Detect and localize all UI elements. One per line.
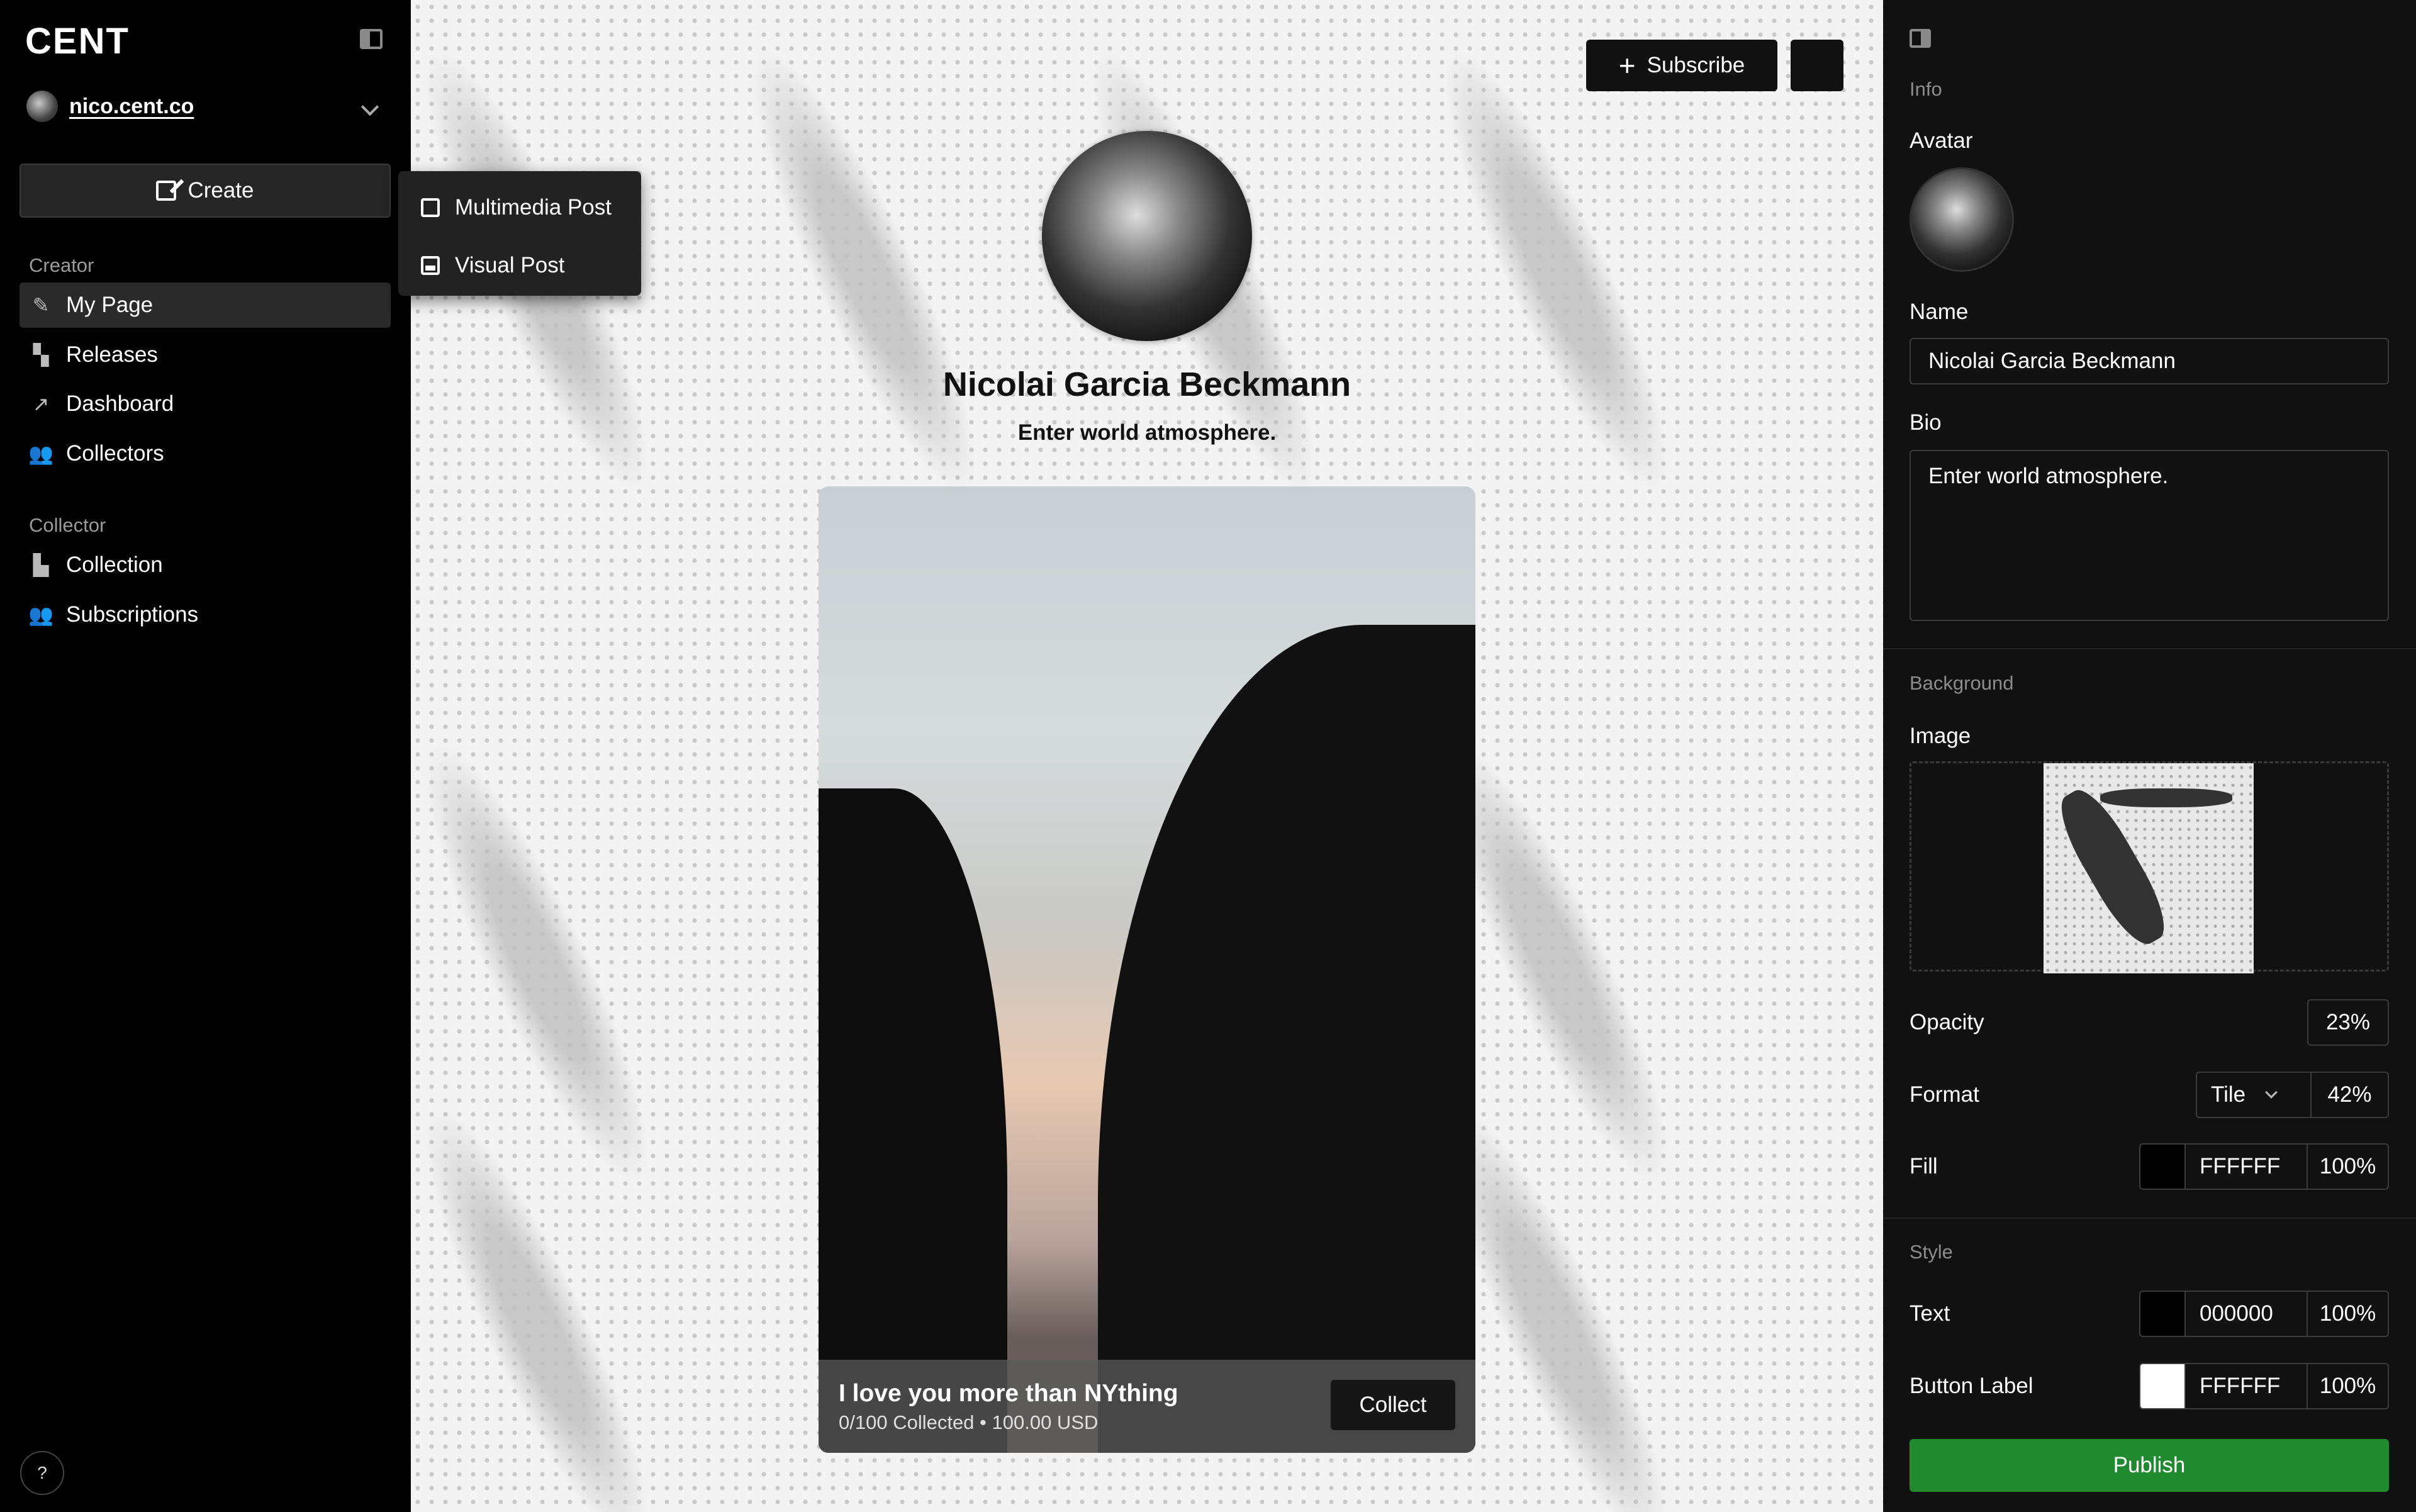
plus-icon: + <box>1618 49 1636 82</box>
info-section-label: Info <box>1910 78 1942 100</box>
edit-icon <box>421 198 440 217</box>
left-sidebar: CENT nico.cent.co Create Creator ✎ My Pa… <box>0 0 411 1512</box>
users-icon: 👥 <box>28 442 53 465</box>
users-icon: 👥 <box>28 603 53 626</box>
fill-label: Fill <box>1910 1154 1938 1179</box>
right-settings-panel: Info Avatar Name Nicolai Garcia Beckmann… <box>1883 0 2416 1512</box>
image-icon <box>421 256 440 275</box>
button-label-color-swatch[interactable] <box>2139 1363 2186 1409</box>
sidebar-item-label: Subscriptions <box>66 602 199 627</box>
account-switcher[interactable]: nico.cent.co <box>26 91 194 122</box>
account-handle[interactable]: nico.cent.co <box>69 94 194 119</box>
avatar-upload[interactable] <box>1910 167 2014 272</box>
collapse-panel-icon[interactable] <box>1910 29 1931 48</box>
format-scale-input[interactable]: 42% <box>2310 1072 2389 1118</box>
collect-button[interactable]: Collect <box>1331 1380 1455 1430</box>
style-section-label: Style <box>1910 1241 1953 1263</box>
avatar-label: Avatar <box>1910 128 1973 153</box>
format-select[interactable]: Tile <box>2196 1072 2312 1118</box>
name-input[interactable]: Nicolai Garcia Beckmann <box>1910 338 2389 384</box>
create-button-label: Create <box>187 178 254 203</box>
sidebar-item-collection[interactable]: ▙ Collection <box>20 542 391 588</box>
subscribe-button-label: Subscribe <box>1647 53 1745 77</box>
create-menu: Multimedia Post Visual Post <box>398 171 641 296</box>
post-footer: I love you more than NYthing 0/100 Colle… <box>819 1360 1475 1453</box>
divider <box>1883 1218 2416 1219</box>
format-select-value: Tile <box>2211 1082 2246 1107</box>
sidebar-item-my-page[interactable]: ✎ My Page <box>20 283 391 328</box>
text-hex-input[interactable]: 000000 <box>2184 1291 2308 1337</box>
chevron-down-icon <box>2265 1086 2278 1099</box>
profile-avatar <box>1042 131 1252 341</box>
profile-bio: Enter world atmosphere. <box>1017 420 1277 445</box>
text-color-label: Text <box>1910 1301 1950 1326</box>
menu-item-label: Multimedia Post <box>455 195 612 220</box>
button-label-color-label: Button Label <box>1910 1374 2033 1398</box>
fill-hex-input[interactable]: FFFFFF <box>2184 1143 2308 1190</box>
opacity-label: Opacity <box>1910 1010 1984 1034</box>
publish-button[interactable]: Publish <box>1910 1439 2389 1492</box>
post-title: I love you more than NYthing <box>839 1380 1178 1407</box>
format-label: Format <box>1910 1082 1979 1107</box>
menu-item-visual-post[interactable]: Visual Post <box>398 237 641 294</box>
fill-opacity-input[interactable]: 100% <box>2307 1143 2389 1190</box>
subscribe-button[interactable]: + Subscribe <box>1586 40 1777 91</box>
background-image-thumbnail <box>2044 763 2254 973</box>
name-label: Name <box>1910 300 1969 324</box>
cent-logo[interactable]: CENT <box>25 20 130 62</box>
profile-name: Nicolai Garcia Beckmann <box>942 366 1351 403</box>
trend-icon: ↗ <box>32 393 50 415</box>
help-button[interactable]: ? <box>20 1451 64 1495</box>
sidebar-item-collectors[interactable]: 👥 Collectors <box>20 431 391 476</box>
collector-section-label: Collector <box>29 514 106 536</box>
button-label-opacity-input[interactable]: 100% <box>2307 1363 2389 1409</box>
create-button[interactable]: Create <box>20 164 391 218</box>
sidebar-item-label: Collection <box>66 552 163 577</box>
background-image-dropzone[interactable] <box>1910 761 2389 973</box>
creator-section-label: Creator <box>29 254 94 276</box>
releases-icon: ▚ <box>33 344 49 366</box>
bio-label: Bio <box>1910 410 1942 435</box>
fill-color-swatch[interactable] <box>2139 1143 2186 1190</box>
post-image-tree-right <box>1098 625 1475 1453</box>
sidebar-item-dashboard[interactable]: ↗ Dashboard <box>20 381 391 427</box>
post-image-tree-left <box>819 788 1007 1453</box>
post-meta: 0/100 Collected • 100.00 USD <box>839 1411 1099 1433</box>
text-color-swatch[interactable] <box>2139 1291 2186 1337</box>
opacity-input[interactable]: 23% <box>2307 999 2389 1046</box>
post-card[interactable]: I love you more than NYthing 0/100 Colle… <box>819 486 1475 1453</box>
thumbnail-figure <box>2100 788 2232 807</box>
collection-icon-button[interactable] <box>1791 40 1843 91</box>
bio-textarea[interactable]: Enter world atmosphere. <box>1910 450 2389 621</box>
edit-icon <box>156 181 177 201</box>
menu-item-multimedia-post[interactable]: Multimedia Post <box>398 179 641 237</box>
text-opacity-input[interactable]: 100% <box>2307 1291 2389 1337</box>
chevron-down-icon[interactable] <box>361 98 379 116</box>
brush-icon: ✎ <box>32 294 50 316</box>
collection-icon: ▙ <box>33 554 49 576</box>
button-label-hex-input[interactable]: FFFFFF <box>2184 1363 2308 1409</box>
sidebar-item-label: My Page <box>66 293 154 317</box>
divider <box>1883 648 2416 649</box>
sidebar-item-label: Releases <box>66 342 158 367</box>
account-avatar <box>26 91 58 122</box>
sidebar-item-releases[interactable]: ▚ Releases <box>20 332 391 378</box>
image-label: Image <box>1910 724 1971 748</box>
background-section-label: Background <box>1910 672 2014 694</box>
collapse-sidebar-icon[interactable] <box>360 29 383 49</box>
sidebar-item-subscriptions[interactable]: 👥 Subscriptions <box>20 592 391 637</box>
menu-item-label: Visual Post <box>455 253 565 277</box>
sidebar-item-label: Collectors <box>66 441 164 466</box>
sidebar-item-label: Dashboard <box>66 391 174 416</box>
